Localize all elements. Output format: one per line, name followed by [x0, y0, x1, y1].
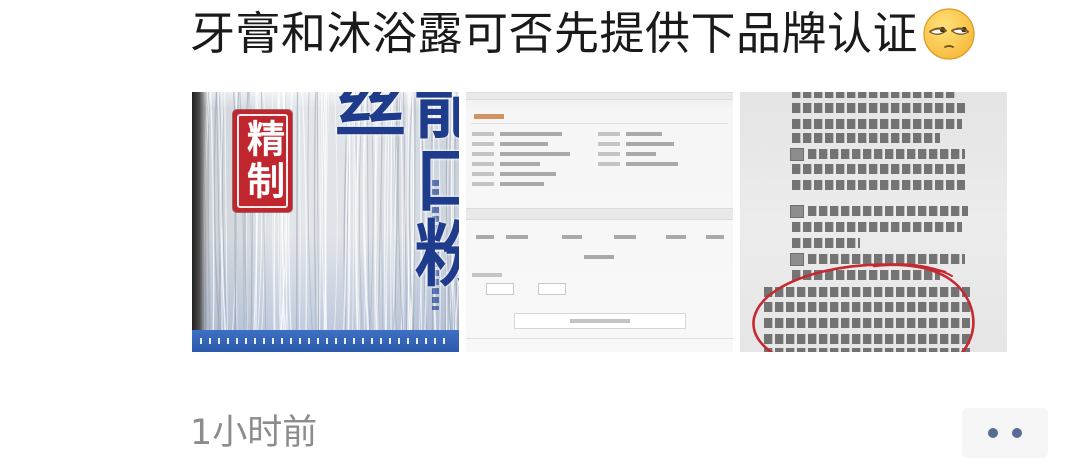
package-brand-text: 龍口粉丝 [322, 92, 459, 290]
package-dark-edge [192, 92, 208, 352]
field-label-line [598, 162, 620, 166]
stamp-text-wrap: 精制 [233, 110, 292, 212]
webpage-screenshot-content [466, 92, 733, 352]
more-actions-button[interactable] [962, 408, 1048, 458]
eye-roll-emoji-icon [923, 8, 975, 60]
moments-post: 牙膏和沐浴露可否先提供下品牌认证 精制 口粉 1小时前 [0, 0, 1080, 467]
field-label-line [472, 152, 494, 156]
field-label-line [598, 132, 620, 136]
table-header-band [466, 208, 733, 220]
field-value-line [500, 172, 556, 176]
package-red-stamp: 精制 [233, 110, 292, 212]
noodle-strand [301, 92, 308, 352]
field-value-line [626, 132, 662, 136]
table-cell-line [584, 255, 614, 259]
noodle-strand [298, 92, 301, 352]
field-label-line [472, 132, 494, 136]
post-timestamp: 1小时前 [190, 413, 318, 453]
field-label-line [472, 162, 494, 166]
field-value-line [500, 152, 570, 156]
field-label-line [598, 152, 620, 156]
photo-gallery: 精制 龍口粉丝 [192, 92, 1007, 352]
table-cell-line [506, 235, 528, 239]
field-value-line [500, 142, 548, 146]
table-cell-line [706, 235, 724, 239]
package-bottom-band [192, 330, 459, 352]
field-value-line [500, 182, 544, 186]
input-box [538, 283, 566, 295]
photo-thumbnail-2[interactable] [466, 92, 733, 352]
table-cell-line [666, 235, 686, 239]
field-label-line [598, 142, 620, 146]
section-title-line [472, 273, 502, 277]
input-box [486, 283, 514, 295]
stamp-text: 精制 [240, 119, 285, 203]
section-rule [471, 123, 728, 124]
annotation-stroke [752, 263, 975, 352]
field-label-line [472, 182, 494, 186]
post-caption-row: 牙膏和沐浴露可否先提供下品牌认证 [190, 4, 976, 64]
table-cell-line [614, 235, 636, 239]
post-caption: 牙膏和沐浴露可否先提供下品牌认证 [190, 7, 919, 60]
noodle-strand [307, 92, 314, 352]
field-value-line [500, 162, 540, 166]
noodle-strand [207, 92, 211, 352]
field-label-line [472, 172, 494, 176]
noodle-strand [296, 92, 299, 352]
field-value-line [500, 132, 562, 136]
field-label-line [472, 142, 494, 146]
red-annotation-circle [752, 263, 975, 352]
field-value-line [626, 162, 678, 166]
field-value-line [626, 152, 656, 156]
table-cell-line [562, 235, 582, 239]
page-top-bar [466, 92, 733, 100]
table-cell-line [476, 235, 494, 239]
section-title-line [474, 114, 504, 119]
field-value-line [626, 142, 674, 146]
footer-button-text-line [570, 319, 630, 323]
photo-thumbnail-1[interactable]: 精制 龍口粉丝 [192, 92, 459, 352]
noodle-strand [209, 92, 215, 352]
more-dots-icon [988, 428, 1022, 438]
page-bottom-rule [466, 338, 733, 339]
photo-thumbnail-3[interactable] [740, 92, 1007, 352]
